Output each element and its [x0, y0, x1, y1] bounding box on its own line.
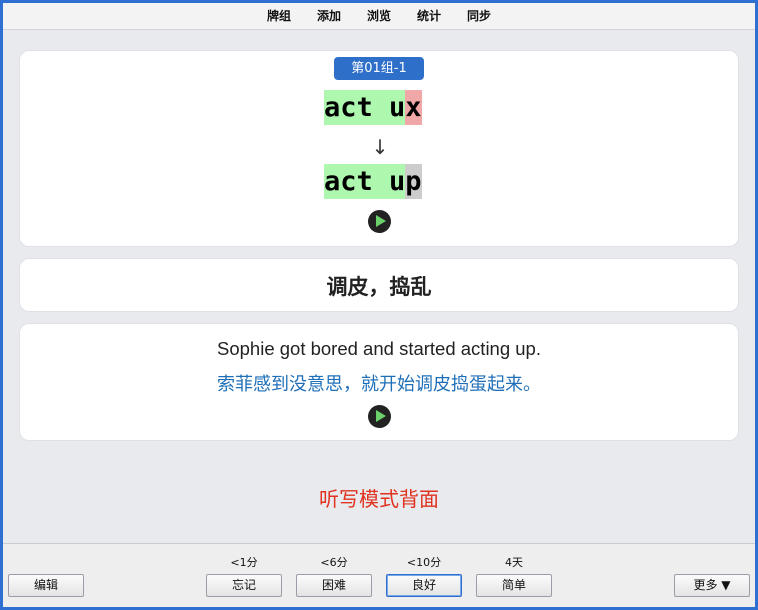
answer-missing-part: p — [405, 164, 422, 199]
menu-add[interactable]: 添加 — [304, 3, 354, 29]
menu-browse[interactable]: 浏览 — [354, 3, 404, 29]
interval-hard: <6分 — [320, 556, 348, 569]
menu-stats[interactable]: 统计 — [404, 3, 454, 29]
example-sentence-en: Sophie got bored and started acting up. — [217, 338, 541, 359]
hard-button[interactable]: 困难 — [296, 574, 372, 597]
word-card: 第01组-1 act ux ↓ act up — [20, 51, 738, 246]
top-menu-bar: 牌组 添加 浏览 统计 同步 — [3, 3, 755, 30]
sentence-card: Sophie got bored and started acting up. … — [20, 324, 738, 440]
typed-answer: act ux — [324, 90, 422, 125]
meaning-card: 调皮，捣乱 — [20, 259, 738, 311]
interval-again: <1分 — [230, 556, 258, 569]
deck-badge: 第01组-1 — [334, 57, 424, 80]
interval-easy: 4天 — [505, 556, 523, 569]
again-button[interactable]: 忘记 — [206, 574, 282, 597]
easy-button[interactable]: 简单 — [476, 574, 552, 597]
review-window: 牌组 添加 浏览 统计 同步 第01组-1 act ux ↓ act up 调皮… — [3, 3, 755, 607]
typed-wrong-part: x — [405, 90, 422, 125]
interval-good: <10分 — [406, 556, 442, 569]
correct-answer: act up — [324, 164, 422, 199]
play-word-audio-icon[interactable] — [368, 210, 391, 233]
meaning-text: 调皮，捣乱 — [326, 275, 432, 299]
edit-button[interactable]: 编辑 — [8, 574, 84, 597]
play-sentence-audio-icon[interactable] — [368, 405, 391, 428]
menu-sync[interactable]: 同步 — [454, 3, 504, 29]
typed-correct-part: act u — [324, 90, 406, 125]
good-button[interactable]: 良好 — [386, 574, 462, 597]
menu-decks[interactable]: 牌组 — [254, 3, 304, 29]
dictation-mode-label: 听写模式背面 — [319, 487, 439, 511]
compare-arrow: ↓ — [371, 135, 389, 159]
answer-bar: 编辑 <1分 忘记 <6分 困难 <10分 良好 4天 简单 更多 ▼ — [3, 543, 755, 607]
answer-matched-part: act u — [324, 164, 406, 199]
more-button[interactable]: 更多 ▼ — [674, 574, 750, 597]
example-sentence-zh: 索菲感到没意思，就开始调皮捣蛋起来。 — [217, 374, 541, 395]
